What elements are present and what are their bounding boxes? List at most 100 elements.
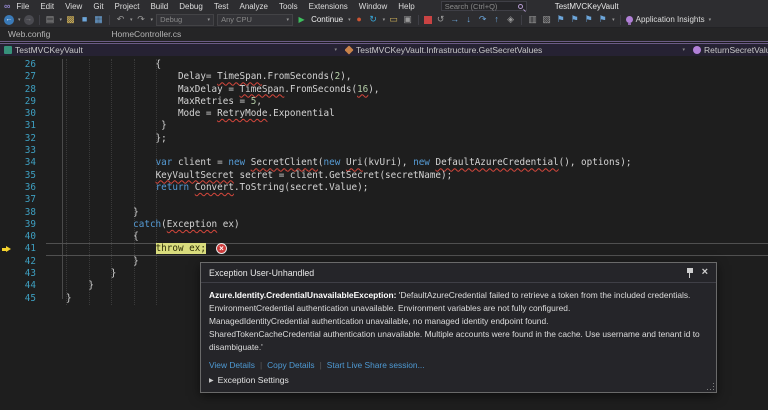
line-number[interactable]: 38 — [0, 207, 46, 219]
continue-dropdown-icon[interactable]: ▾ — [348, 17, 351, 23]
breakpoints-window-icon[interactable]: ▥ — [527, 14, 538, 25]
menu-item-git[interactable]: Git — [93, 2, 103, 11]
pin-icon[interactable] — [686, 268, 694, 278]
undo-dropdown-icon[interactable]: ▾ — [130, 17, 133, 23]
line-number[interactable]: 44 — [0, 280, 46, 292]
exception-error-icon[interactable]: × — [216, 243, 227, 254]
line-number[interactable]: 37 — [0, 194, 46, 206]
exception-settings-expander[interactable]: ▶ Exception Settings — [201, 370, 716, 385]
code-line[interactable]: 34 var client = new SecretClient(new Uri… — [0, 157, 768, 169]
clear-bookmarks-icon[interactable]: ⚑ — [597, 14, 608, 25]
redo-dropdown-icon[interactable]: ▾ — [151, 17, 154, 23]
hot-reload-icon[interactable]: ● — [354, 14, 365, 25]
application-insights-dropdown-icon[interactable]: ▾ — [709, 17, 712, 23]
menu-item-project[interactable]: Project — [115, 2, 140, 11]
code-line[interactable]: 33 — [0, 145, 768, 157]
line-number[interactable]: 39 — [0, 219, 46, 231]
line-number[interactable]: 28 — [0, 84, 46, 96]
line-number[interactable]: 45 — [0, 293, 46, 305]
project-dropdown[interactable]: TestMVCKeyVault ▾ — [0, 44, 345, 56]
line-number[interactable]: 31 — [0, 120, 46, 132]
code-line[interactable]: 32 }; — [0, 133, 768, 145]
restart-dropdown-icon[interactable]: ▾ — [383, 17, 386, 23]
continue-button[interactable]: Continue — [311, 15, 343, 24]
close-icon[interactable]: × — [702, 267, 708, 278]
code-line[interactable]: 35 KeyVaultSecret secret = client.GetSec… — [0, 170, 768, 182]
step-into-icon[interactable]: ↓ — [463, 14, 474, 25]
new-project-icon[interactable]: ▤ — [45, 14, 56, 25]
navigate-back-dropdown-icon[interactable]: ▾ — [18, 17, 21, 23]
code-line[interactable]: 30 Mode = RetryMode.Exponential — [0, 108, 768, 120]
line-number[interactable]: 34 — [0, 157, 46, 169]
save-icon[interactable]: ■ — [79, 14, 90, 25]
line-number[interactable]: 43 — [0, 268, 46, 280]
save-all-icon[interactable]: ▦ — [93, 14, 104, 25]
solution-platform-dropdown[interactable]: Any CPU▾ — [217, 14, 293, 26]
navigate-back-icon[interactable]: ← — [4, 15, 14, 25]
code-line[interactable]: 41 throw ex;× — [0, 243, 768, 255]
menu-item-view[interactable]: View — [65, 2, 82, 11]
open-folder-icon[interactable]: ▩ — [65, 14, 76, 25]
preview-settings-icon[interactable]: ▣ — [402, 14, 413, 25]
menu-item-analyze[interactable]: Analyze — [240, 2, 268, 11]
application-insights-button[interactable]: Application Insights — [636, 15, 705, 24]
code-map-icon[interactable]: ◈ — [505, 14, 516, 25]
menu-item-test[interactable]: Test — [214, 2, 229, 11]
restart-app-icon[interactable]: ↺ — [435, 14, 446, 25]
line-number[interactable]: 40 — [0, 231, 46, 243]
attach-process-icon[interactable]: ▭ — [388, 14, 399, 25]
next-bookmark-icon[interactable]: ⚑ — [583, 14, 594, 25]
code-line[interactable]: 39 catch(Exception ex) — [0, 219, 768, 231]
copy-details-link[interactable]: Copy Details — [267, 360, 314, 370]
menu-item-help[interactable]: Help — [398, 2, 414, 11]
step-over-icon[interactable]: ↷ — [477, 14, 488, 25]
restart-icon[interactable]: ↻ — [368, 14, 379, 25]
show-next-statement-icon[interactable]: → — [449, 14, 460, 25]
line-number[interactable]: 26 — [0, 59, 46, 71]
menu-item-window[interactable]: Window — [359, 2, 387, 11]
code-line[interactable]: 31 } — [0, 120, 768, 132]
code-line[interactable]: 29 MaxRetries = 5, — [0, 96, 768, 108]
menu-item-tools[interactable]: Tools — [279, 2, 298, 11]
output-window-icon[interactable]: ▧ — [541, 14, 552, 25]
line-number[interactable]: 33 — [0, 145, 46, 157]
new-project-dropdown-icon[interactable]: ▾ — [60, 17, 63, 23]
resize-grip[interactable] — [706, 382, 714, 390]
code-line[interactable]: 37 — [0, 194, 768, 206]
menu-item-file[interactable]: File — [16, 2, 29, 11]
code-line[interactable]: 38 } — [0, 207, 768, 219]
bookmarks-overflow-icon[interactable]: ▾ — [612, 17, 615, 23]
prev-bookmark-icon[interactable]: ⚑ — [569, 14, 580, 25]
line-number[interactable]: 29 — [0, 96, 46, 108]
solution-configuration-dropdown[interactable]: Debug▾ — [156, 14, 214, 26]
line-number[interactable]: 42 — [0, 256, 46, 268]
code-line[interactable]: 26 { — [0, 59, 768, 71]
step-out-icon[interactable]: ↑ — [491, 14, 502, 25]
search-input[interactable]: Search (Ctrl+Q) — [441, 1, 527, 11]
bookmark-icon[interactable]: ⚑ — [555, 14, 566, 25]
line-number[interactable]: 32 — [0, 133, 46, 145]
code-line[interactable]: 36 return Convert.ToString(secret.Value)… — [0, 182, 768, 194]
menu-item-build[interactable]: Build — [150, 2, 168, 11]
line-number[interactable]: 30 — [0, 108, 46, 120]
document-tab[interactable]: Web.config — [8, 29, 56, 41]
view-details-link[interactable]: View Details — [209, 360, 255, 370]
code-line[interactable]: 28 MaxDelay = TimeSpan.FromSeconds(16), — [0, 84, 768, 96]
navigate-forward-icon[interactable]: → — [24, 15, 34, 25]
line-number[interactable]: 36 — [0, 182, 46, 194]
start-live-share-link[interactable]: Start Live Share session... — [327, 360, 425, 370]
menu-item-extensions[interactable]: Extensions — [309, 2, 348, 11]
menu-item-edit[interactable]: Edit — [40, 2, 54, 11]
line-number[interactable]: 27 — [0, 71, 46, 83]
member-dropdown[interactable]: ReturnSecretValues(string s — [693, 44, 768, 56]
code-line[interactable]: 40 { — [0, 231, 768, 243]
line-number[interactable]: 35 — [0, 170, 46, 182]
code-line[interactable]: 27 Delay= TimeSpan.FromSeconds(2), — [0, 71, 768, 83]
continue-icon[interactable]: ▶ — [296, 14, 307, 25]
menu-item-debug[interactable]: Debug — [179, 2, 203, 11]
undo-icon[interactable]: ↶ — [115, 14, 126, 25]
stop-debugging-icon[interactable] — [424, 16, 432, 24]
document-tab[interactable]: HomeController.cs — [111, 29, 187, 41]
type-dropdown[interactable]: TestMVCKeyVault.Infrastructure.GetSecret… — [345, 44, 693, 56]
redo-icon[interactable]: ↷ — [136, 14, 147, 25]
